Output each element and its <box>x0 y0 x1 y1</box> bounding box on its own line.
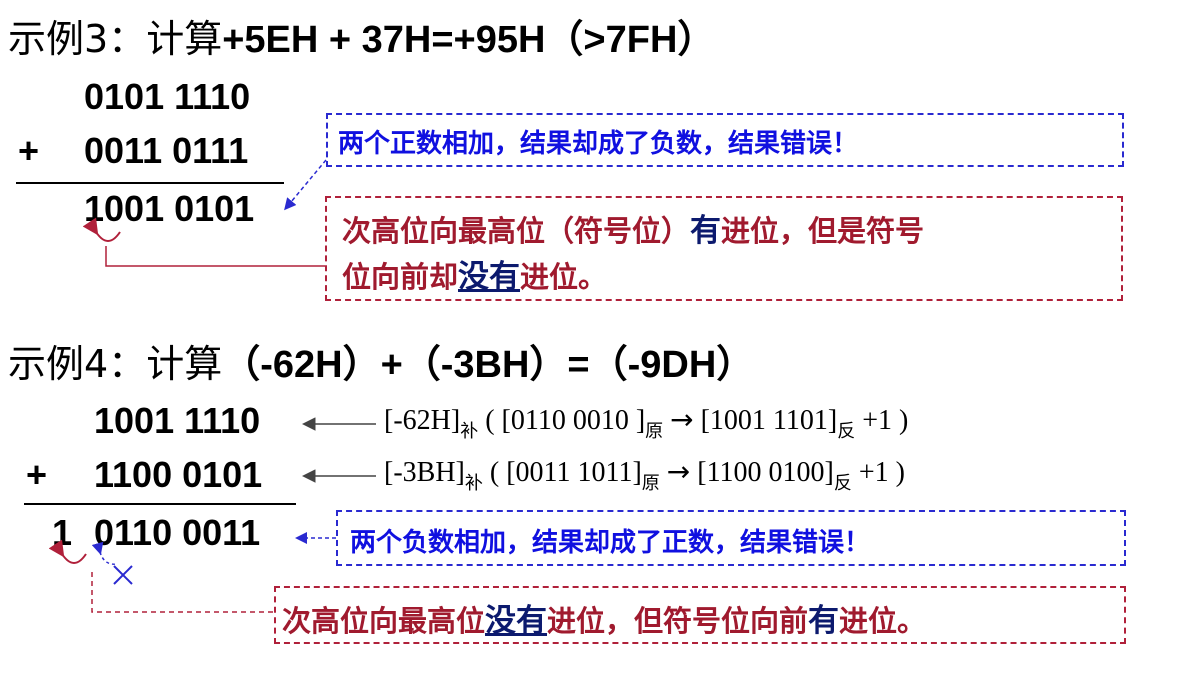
ex3-carry-arc <box>82 217 121 242</box>
connector-overlay <box>48 159 376 613</box>
ex4-carry-arc <box>48 539 87 564</box>
ex3-red-connector <box>105 246 325 267</box>
ex3-blue-arrow <box>284 159 327 211</box>
ex4-no-carry-arrow <box>91 541 119 565</box>
